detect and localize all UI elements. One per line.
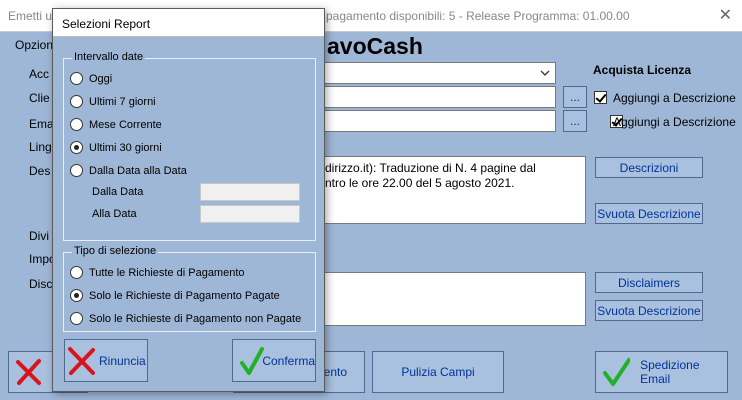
label-account: Acc [29, 67, 50, 81]
dialog-titlebar: Selezioni Report [53, 9, 324, 37]
radio-label: Solo le Richieste di Pagamento Pagate [89, 289, 280, 302]
radio-button-selected[interactable] [70, 141, 83, 154]
radio-ultimi-30-giorni[interactable]: Ultimi 30 giorni [70, 141, 162, 154]
radio-label: Ultimi 30 giorni [89, 141, 162, 154]
chevron-down-icon [540, 70, 550, 76]
radio-button[interactable] [70, 72, 83, 85]
date-range-legend: Intervallo date [72, 51, 146, 63]
green-check-icon [603, 358, 631, 386]
spedizione-email-label: Spedizione Email [640, 358, 700, 386]
radio-mese-corrente[interactable]: Mese Corrente [70, 118, 162, 131]
browse-email-button[interactable]: ... [563, 110, 587, 132]
conferma-button[interactable]: Conferma [232, 339, 316, 382]
rinuncia-button[interactable]: Rinuncia [64, 339, 148, 382]
aggiungi-descrizione-label-1: Aggiungi a Descrizione [613, 91, 736, 105]
email-input[interactable] [318, 110, 556, 132]
main-window-title-left: Emetti u [8, 9, 53, 23]
label-disclaimer: Disc [29, 277, 53, 291]
red-x-icon [68, 346, 95, 375]
label-language: Ling [29, 140, 52, 154]
radio-oggi[interactable]: Oggi [70, 72, 112, 85]
alla-data-label: Alla Data [92, 208, 137, 220]
descrizioni-button[interactable]: Descrizioni [595, 157, 703, 178]
account-select[interactable] [318, 62, 556, 84]
radio-label: Oggi [89, 72, 113, 85]
dialog-title: Selezioni Report [62, 17, 151, 31]
aggiungi-descrizione-checkbox-1[interactable] [594, 91, 607, 104]
radio-label: Ultimi 7 giorni [89, 95, 156, 108]
radio-button[interactable] [70, 95, 83, 108]
client-input[interactable] [318, 86, 556, 108]
selection-type-legend: Tipo di selezione [72, 245, 159, 257]
radio-button[interactable] [70, 312, 83, 325]
pulizia-campi-label: Pulizia Campi [401, 365, 475, 379]
dalla-data-field[interactable] [200, 183, 300, 201]
menu-options[interactable]: Opzion [15, 38, 53, 52]
radio-tutte-richieste[interactable]: Tutte le Richieste di Pagamento [70, 266, 245, 279]
spedizione-email-button[interactable]: Spedizione Email [595, 351, 728, 393]
main-window-title-right: pagamento disponibili: 5 - Release Progr… [326, 9, 630, 23]
alla-data-field[interactable] [200, 205, 300, 223]
dalla-data-label: Dalla Data [92, 186, 144, 198]
radio-ultimi-7-giorni[interactable]: Ultimi 7 giorni [70, 95, 156, 108]
aggiungi-descrizione-label-2: Aggiungi a Descrizione [613, 115, 736, 129]
browse-client-button[interactable]: ... [563, 86, 587, 108]
radio-button[interactable] [70, 164, 83, 177]
radio-solo-pagate[interactable]: Solo le Richieste di Pagamento Pagate [70, 289, 280, 302]
description-textarea[interactable]: dirizzo.it): Traduzione di N. 4 pagine d… [318, 156, 586, 224]
license-title[interactable]: Acquista Licenza [593, 63, 691, 77]
radio-label: Mese Corrente [89, 118, 162, 131]
radio-solo-non-pagate[interactable]: Solo le Richieste di Pagamento non Pagat… [70, 312, 301, 325]
radio-label: Dalla Data alla Data [89, 164, 187, 177]
disclaimer-textarea[interactable] [318, 272, 586, 326]
label-currency: Divi [29, 229, 49, 243]
radio-label: Tutte le Richieste di Pagamento [89, 266, 245, 279]
label-client: Clie [29, 91, 50, 105]
radio-button[interactable] [70, 118, 83, 131]
radio-dalla-data-alla-data[interactable]: Dalla Data alla Data [70, 164, 187, 177]
app-name: avoCash [327, 33, 423, 59]
radio-button[interactable] [70, 266, 83, 279]
red-x-icon [16, 359, 41, 385]
close-icon[interactable]: ✕ [719, 5, 732, 25]
conferma-label: Conferma [262, 353, 315, 368]
svuota-descrizione-button-2[interactable]: Svuota Descrizione [595, 300, 703, 321]
pulizia-campi-button[interactable]: Pulizia Campi [372, 351, 504, 393]
label-description: Des [29, 164, 51, 178]
label-email: Ema [29, 117, 54, 131]
green-check-icon [240, 346, 264, 375]
svuota-descrizione-button[interactable]: Svuota Descrizione [595, 203, 703, 224]
disclaimers-button[interactable]: Disclaimers [595, 272, 703, 293]
selezioni-report-dialog: Selezioni Report Intervallo date Oggi Ul… [52, 8, 325, 392]
rinuncia-label: Rinuncia [99, 353, 146, 368]
radio-label: Solo le Richieste di Pagamento non Pagat… [89, 312, 302, 325]
pagamento-button-label: ento [323, 365, 347, 379]
radio-button-selected[interactable] [70, 289, 83, 302]
